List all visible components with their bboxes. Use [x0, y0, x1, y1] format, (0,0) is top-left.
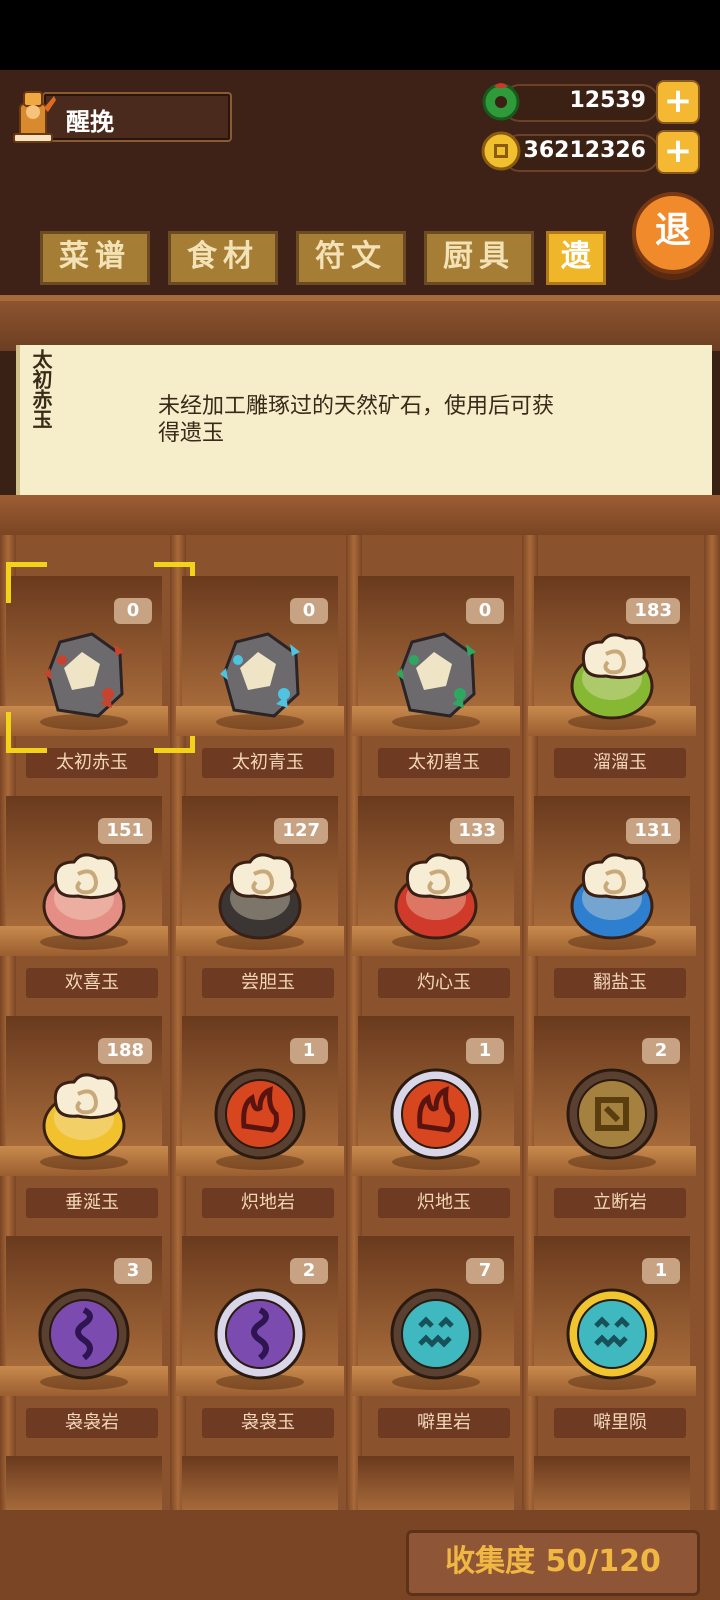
- fire-rune-icon: [210, 1064, 310, 1164]
- player-badge[interactable]: 醒挽: [8, 88, 232, 144]
- item-slot[interactable]: 133 灼心玉: [352, 788, 520, 998]
- cloud-jade-icon: [34, 844, 134, 944]
- item-description-title: 太初赤玉: [29, 349, 53, 429]
- item-count: 0: [114, 598, 152, 624]
- item-name: 炽地玉: [378, 1188, 510, 1218]
- item-name: 噼里岩: [378, 1408, 510, 1438]
- item-name: 翻盐玉: [554, 968, 686, 998]
- coin-currency: 36212326 +: [480, 130, 700, 174]
- item-name: 噼里陨: [554, 1408, 686, 1438]
- coin-icon: [481, 131, 521, 171]
- cloud-jade-icon: [210, 844, 310, 944]
- item-count: 0: [466, 598, 504, 624]
- player-name: 醒挽: [66, 108, 114, 136]
- item-slot[interactable]: 2 立断岩: [528, 1008, 696, 1218]
- tab-ingredients[interactable]: 食材: [168, 231, 278, 285]
- item-slot-partial: [0, 1448, 168, 1510]
- item-slot[interactable]: 7 噼里岩: [352, 1228, 520, 1438]
- item-name: 灼心玉: [378, 968, 510, 998]
- jade-currency: 12539 +: [480, 80, 700, 124]
- cloud-jade-icon: [562, 624, 662, 724]
- item-count: 131: [626, 818, 680, 844]
- item-slot[interactable]: 1 炽地岩: [176, 1008, 344, 1218]
- collection-progress: 收集度 50/120: [406, 1530, 700, 1596]
- shelf-top: [0, 295, 720, 351]
- item-count: 1: [642, 1258, 680, 1284]
- raw-ore-red-icon: [34, 624, 134, 724]
- item-name: 欢喜玉: [26, 968, 158, 998]
- face-rune-icon: [562, 1284, 662, 1384]
- item-count: 1: [466, 1038, 504, 1064]
- cabinet-rim: [0, 495, 720, 535]
- coin-amount: 36212326: [523, 138, 646, 163]
- smoke-rune-icon: [34, 1284, 134, 1384]
- item-name: 袅袅岩: [26, 1408, 158, 1438]
- smoke-rune-icon: [210, 1284, 310, 1384]
- item-slot[interactable]: 131 翻盐玉: [528, 788, 696, 998]
- tab-runes[interactable]: 符文: [296, 231, 406, 285]
- item-slot-partial: [176, 1448, 344, 1510]
- item-count: 7: [466, 1258, 504, 1284]
- slot-back: [534, 1456, 690, 1510]
- raw-ore-blue-icon: [210, 624, 310, 724]
- item-count: 133: [450, 818, 504, 844]
- item-count: 183: [626, 598, 680, 624]
- exit-button[interactable]: 退: [632, 192, 714, 274]
- item-slot-partial: [352, 1448, 520, 1510]
- item-slot[interactable]: 1 噼里陨: [528, 1228, 696, 1438]
- cloud-jade-icon: [562, 844, 662, 944]
- face-rune-icon: [386, 1284, 486, 1384]
- item-slot[interactable]: 0 太初碧玉: [352, 568, 520, 778]
- tab-recipes[interactable]: 菜谱: [40, 231, 150, 285]
- tab-relic-jade[interactable]: 遗: [546, 231, 606, 285]
- shelf-post: [704, 535, 720, 1600]
- tab-cookware[interactable]: 厨具: [424, 231, 534, 285]
- item-slot[interactable]: 151 欢喜玉: [0, 788, 168, 998]
- jade-amount: 12539: [569, 88, 646, 113]
- item-name: 袅袅玉: [202, 1408, 334, 1438]
- cloud-jade-icon: [386, 844, 486, 944]
- item-count: 151: [98, 818, 152, 844]
- status-bar: [0, 0, 720, 70]
- item-slot[interactable]: 127 尝胆玉: [176, 788, 344, 998]
- item-name: 炽地岩: [202, 1188, 334, 1218]
- item-slot-partial: [528, 1448, 696, 1510]
- jade-icon: [482, 83, 520, 121]
- add-coins-button[interactable]: +: [656, 130, 700, 174]
- item-name: 溜溜玉: [554, 748, 686, 778]
- chef-avatar-icon: [13, 91, 56, 143]
- item-slot[interactable]: 0 太初青玉: [176, 568, 344, 778]
- item-slot[interactable]: 2 袅袅玉: [176, 1228, 344, 1438]
- item-count: 1: [290, 1038, 328, 1064]
- slot-back: [6, 1456, 162, 1510]
- item-slot[interactable]: 188 垂涎玉: [0, 1008, 168, 1218]
- item-description-text: 未经加工雕琢过的天然矿石，使用后可获得遗玉: [158, 394, 555, 446]
- square-rune-icon: [562, 1064, 662, 1164]
- item-count: 2: [642, 1038, 680, 1064]
- item-description-panel: 太初赤玉 未经加工雕琢过的天然矿石，使用后可获得遗玉: [16, 345, 712, 495]
- item-slot[interactable]: 1 炽地玉: [352, 1008, 520, 1218]
- item-slot[interactable]: 3 袅袅岩: [0, 1228, 168, 1438]
- cloud-jade-icon: [34, 1064, 134, 1164]
- item-name: 尝胆玉: [202, 968, 334, 998]
- slot-back: [182, 1456, 338, 1510]
- item-slot[interactable]: 183 溜溜玉: [528, 568, 696, 778]
- item-name: 太初青玉: [202, 748, 334, 778]
- item-count: 2: [290, 1258, 328, 1284]
- selection-corner: [6, 712, 47, 753]
- item-count: 0: [290, 598, 328, 624]
- selection-corner: [6, 562, 47, 603]
- item-count: 127: [274, 818, 328, 844]
- item-count: 3: [114, 1258, 152, 1284]
- item-name: 垂涎玉: [26, 1188, 158, 1218]
- slot-back: [358, 1456, 514, 1510]
- fire-rune-icon: [386, 1064, 486, 1164]
- raw-ore-green-icon: [386, 624, 486, 724]
- item-name: 太初碧玉: [378, 748, 510, 778]
- item-name: 立断岩: [554, 1188, 686, 1218]
- add-jade-button[interactable]: +: [656, 80, 700, 124]
- item-count: 188: [98, 1038, 152, 1064]
